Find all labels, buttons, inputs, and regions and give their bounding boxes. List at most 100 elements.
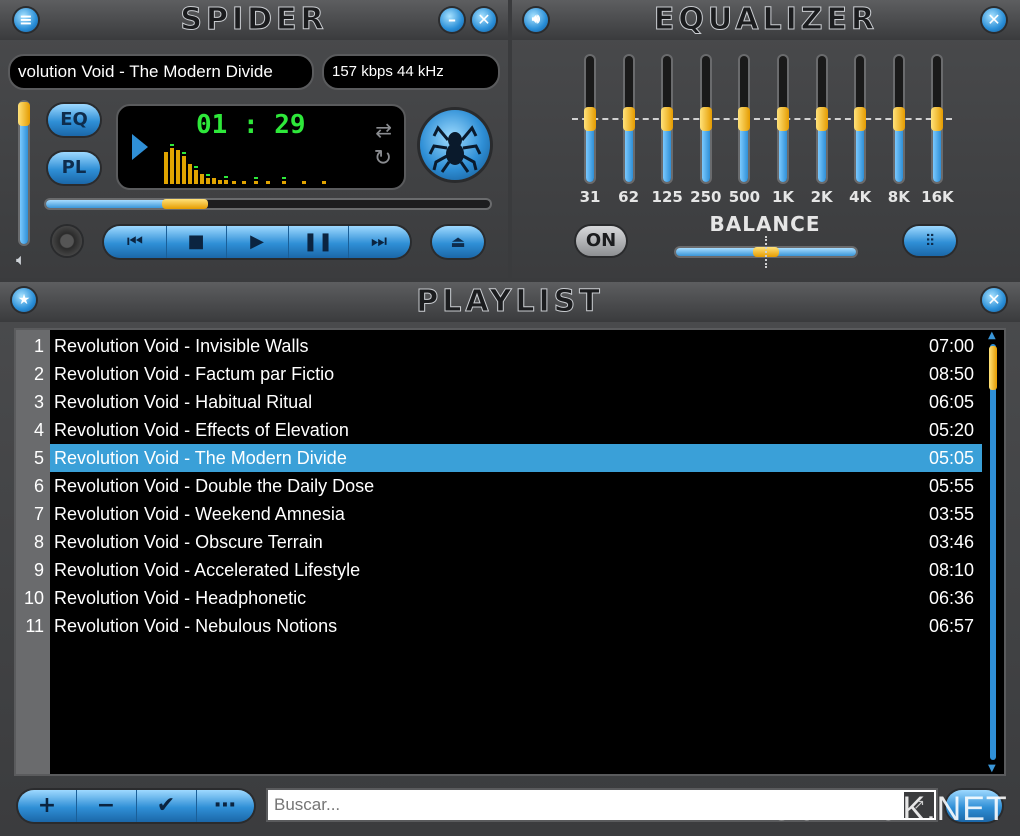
record-button[interactable] [52,226,82,256]
eq-band-knob[interactable] [584,107,596,131]
eq-band-slider[interactable] [815,56,828,182]
spider-logo[interactable] [420,110,490,180]
seek-bar[interactable] [46,199,490,209]
track-number: 6 [33,476,44,496]
elapsed-time: 01 : 29 [196,110,306,140]
playlist-row[interactable]: 7 Revolution Void - Weekend Amnesia 03:55 [16,500,982,528]
playlist-close-button[interactable]: ✕ [982,288,1006,312]
scroll-track [990,344,996,760]
spider-icon [428,125,482,173]
remove-track-button[interactable]: − [76,790,137,822]
playlist-row[interactable]: 11 Revolution Void - Nebulous Notions 06:5… [16,612,982,640]
track-duration: 03:46 [928,532,974,552]
playlist-title: PLAYLIST [416,284,604,320]
track-duration: 08:50 [928,364,974,384]
eq-band-label: 500 [728,188,761,206]
player-title: SPIDER [180,2,328,38]
track-duration: 05:20 [928,420,974,440]
volume-knob[interactable] [18,102,30,126]
eq-band-slider[interactable] [584,56,596,182]
playlist-row[interactable]: 5 Revolution Void - The Modern Divide 05:0… [34,444,982,472]
playlist-scrollbar[interactable]: ▲ ▼ [986,330,1000,774]
playlist-actions: + − ✔ ⋯ [18,790,254,822]
transport-controls: ⏮ ■ ▶ ❚❚ ⏭ [104,226,410,258]
eq-band-slider[interactable] [699,56,712,182]
track-title: Revolution Void - Headphonetic [54,588,307,608]
track-duration: 05:05 [928,448,974,468]
repeat-icon[interactable]: ↻ [374,146,392,171]
eq-band-slider[interactable] [777,56,789,182]
playlist-row[interactable]: 1 Revolution Void - Invisible Walls 07:00 [16,332,982,360]
eq-presets-button[interactable]: ⫶⫶ [904,226,956,256]
eq-band-label: 125 [651,188,683,206]
eq-band-knob[interactable] [661,107,674,131]
eq-band-slider[interactable] [931,56,944,182]
eq-band-knob[interactable] [815,107,828,131]
eq-band-slider[interactable] [892,56,905,182]
eq-band-knob[interactable] [931,107,944,131]
eq-band-label: 4K [849,188,872,206]
more-options-button[interactable]: ⋯ [196,790,254,822]
track-number: 8 [33,532,44,552]
track-number: 4 [33,420,44,440]
eject-button[interactable]: ⏏ [432,226,484,258]
minimize-button[interactable]: – [440,8,464,32]
track-title: Revolution Void - Accelerated Lifestyle [54,560,361,580]
scroll-thumb[interactable] [989,346,997,390]
lcd-display: 01 : 29 ⇄ ↻ [116,104,406,190]
playlist-row[interactable]: 4 Revolution Void - Effects of Elevation 0… [16,416,982,444]
eq-band-label: 31 [579,188,601,206]
playlist-row[interactable]: 10 Revolution Void - Headphonetic 06:36 [16,584,982,612]
play-button[interactable]: ▶ [226,226,289,258]
eq-band-label: 2K [810,188,833,206]
eq-band-slider[interactable] [738,56,751,182]
scroll-down-arrow[interactable]: ▼ [988,763,996,774]
eq-toggle-button[interactable]: EQ [48,104,100,136]
playlist-row[interactable]: 6 Revolution Void - Double the Daily Dose… [16,472,982,500]
eq-band-slider[interactable] [661,56,674,182]
balance-center-mark [765,236,767,268]
track-display: volution Void - The Modern Divide [8,54,314,90]
eq-band-knob[interactable] [622,107,635,131]
scroll-up-arrow[interactable]: ▲ [988,330,996,341]
eq-band-knob[interactable] [738,107,751,131]
pause-button[interactable]: ❚❚ [288,226,349,258]
speaker-icon: 🔈︎ [16,250,26,269]
track-duration: 03:55 [928,504,974,524]
eq-band-knob[interactable] [854,107,867,131]
track-title: Revolution Void - Double the Daily Dose [54,476,375,496]
eq-on-button[interactable]: ON [576,226,626,256]
track-title: Revolution Void - Weekend Amnesia [54,504,345,524]
track-number: 5 [33,448,44,468]
shuffle-icon[interactable]: ⇄ [375,118,392,142]
eq-band-knob[interactable] [777,107,789,131]
select-button[interactable]: ✔ [136,790,197,822]
playlist-row[interactable]: 2 Revolution Void - Factum par Fictio 08:5… [16,360,982,388]
eq-band-label: 250 [690,188,722,206]
seek-knob[interactable] [162,199,208,209]
volume-slider[interactable] [18,102,30,244]
track-title: Revolution Void - Effects of Elevation [54,420,349,440]
eq-band-slider[interactable] [622,56,635,182]
bitrate-display: 157 kbps 44 kHz [322,54,500,90]
playlist-row[interactable]: 8 Revolution Void - Obscure Terrain 03:46 [16,528,982,556]
playlist-list: 1 Revolution Void - Invisible Walls 07:00 2… [14,328,1006,776]
eq-band-knob[interactable] [892,107,905,131]
track-number: 10 [23,588,44,608]
balance-slider[interactable] [676,236,856,268]
track-number: 7 [33,504,44,524]
track-number: 11 [25,616,44,636]
next-button[interactable]: ⏭ [348,226,410,258]
playlist-row[interactable]: 3 Revolution Void - Habitual Ritual 06:05 [16,388,982,416]
stop-button[interactable]: ■ [166,226,227,258]
add-track-button[interactable]: + [18,790,77,822]
track-title: Revolution Void - Nebulous Notions [54,616,338,636]
previous-button[interactable]: ⏮ [104,226,167,258]
playlist-toggle-button[interactable]: PL [48,152,100,184]
playlist-row[interactable]: 9 Revolution Void - Accelerated Lifestyle… [16,556,982,584]
eq-band-slider[interactable] [854,56,867,182]
eq-close-button[interactable]: ✕ [982,8,1006,32]
balance-label: BALANCE [709,212,821,236]
eq-band-knob[interactable] [699,107,712,131]
close-button[interactable]: ✕ [472,8,496,32]
